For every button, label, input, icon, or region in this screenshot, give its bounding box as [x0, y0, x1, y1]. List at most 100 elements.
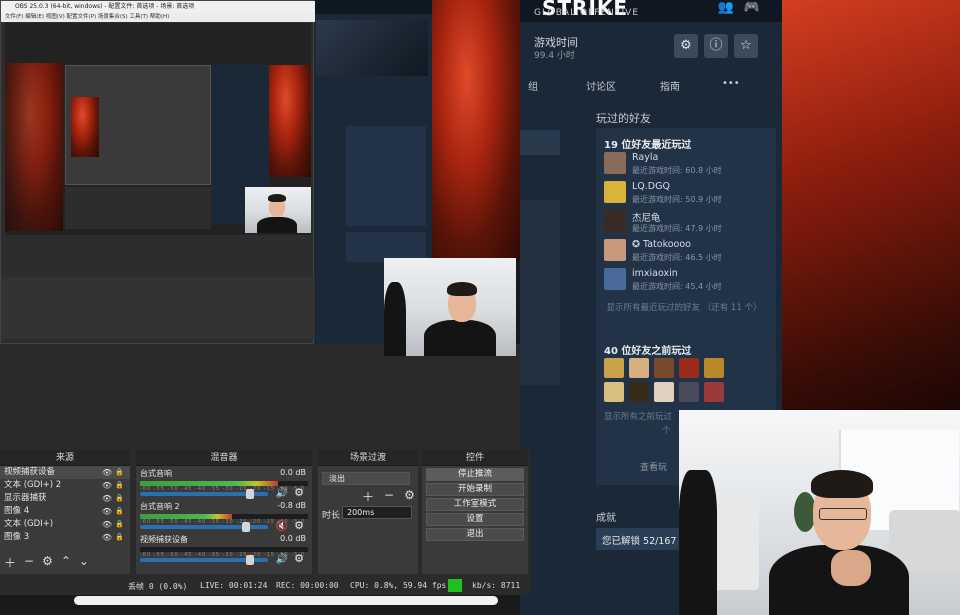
- friend-name[interactable]: 杰尼龟: [632, 210, 661, 224]
- volume-slider[interactable]: [140, 489, 268, 499]
- transition-select[interactable]: 淡出: [322, 472, 410, 485]
- previous-friends-title: 40 位好友之前玩过: [604, 346, 692, 357]
- friend-avatar[interactable]: [604, 239, 626, 261]
- remove-source-icon[interactable]: −: [24, 554, 34, 571]
- previous-friend-avatar[interactable]: [604, 358, 624, 378]
- previous-friend-avatar[interactable]: [704, 358, 724, 378]
- previous-friend-avatar[interactable]: [679, 382, 699, 402]
- volume-slider-knob[interactable]: [246, 555, 255, 565]
- wallpaper-right: [780, 0, 960, 410]
- steam-left-column: [520, 130, 560, 155]
- lock-icon[interactable]: 🔒: [115, 492, 124, 505]
- previous-friend-avatar[interactable]: [704, 382, 724, 402]
- source-gear-icon[interactable]: ⚙: [42, 554, 53, 571]
- visibility-eye-icon[interactable]: 👁: [102, 492, 112, 505]
- friend-avatar[interactable]: [604, 152, 626, 174]
- friend-row[interactable]: LQ.DGQ 最近游戏时间: 50.9 小时: [604, 181, 774, 207]
- lock-icon[interactable]: 🔒: [115, 531, 124, 544]
- remove-transition-icon[interactable]: −: [384, 488, 394, 505]
- stop-streaming-button[interactable]: 停止推流: [426, 468, 524, 481]
- info-button[interactable]: ⓘ: [704, 34, 728, 58]
- controller-icon[interactable]: 🎮: [744, 0, 760, 15]
- move-down-icon[interactable]: ⌄: [79, 554, 89, 571]
- sources-panel: 来源 视频捕获设备 👁 🔒 文本 (GDI+) 2 👁 🔒 显示器捕获 👁 🔒 图像 4 👁 🔒 文本 …: [0, 450, 130, 574]
- mixer-channel: 视频捕获设备 0.0 dB -60 -55 -50 -45 -40 -35 -30 …: [136, 532, 312, 565]
- obs-window-title: OBS 25.0.3 (64-bit, windows) - 配置文件: 首选项…: [1, 1, 315, 13]
- friend-row[interactable]: 杰尼龟 最近游戏时间: 47.9 小时: [604, 210, 774, 236]
- previous-friend-avatar[interactable]: [629, 358, 649, 378]
- speaker-icon[interactable]: 🔊: [276, 554, 288, 565]
- friend-playtime: 最近游戏时间: 47.9 小时: [632, 224, 722, 233]
- source-label: 图像 4: [4, 506, 30, 516]
- source-item[interactable]: 图像 3 👁 🔒: [0, 531, 130, 544]
- previous-friend-avatar[interactable]: [604, 382, 624, 402]
- source-label: 显示器捕获: [4, 493, 47, 503]
- channel-db: 0.0 dB: [280, 534, 306, 543]
- move-up-icon[interactable]: ⌃: [61, 554, 71, 571]
- add-source-icon[interactable]: ＋: [4, 554, 16, 571]
- favorite-star-button[interactable]: ☆: [734, 34, 758, 58]
- view-all-link[interactable]: 查看玩: [640, 460, 667, 473]
- friend-avatar[interactable]: [604, 181, 626, 203]
- friend-name[interactable]: LQ.DGQ: [632, 181, 670, 192]
- friend-row[interactable]: ✪ Tatokoooo 最近游戏时间: 46.5 小时: [604, 239, 774, 265]
- lock-icon[interactable]: 🔒: [115, 466, 124, 479]
- horizontal-scrollbar[interactable]: [74, 596, 498, 605]
- volume-slider-knob[interactable]: [242, 522, 251, 532]
- lock-icon[interactable]: 🔒: [115, 505, 124, 518]
- add-transition-icon[interactable]: ＋: [362, 488, 374, 505]
- friend-name[interactable]: Rayla: [632, 152, 658, 163]
- previous-friend-avatar[interactable]: [654, 358, 674, 378]
- friend-avatar[interactable]: [604, 210, 626, 232]
- sources-toolbar: ＋ − ⚙ ⌃ ⌄: [4, 554, 89, 571]
- previous-friend-avatar[interactable]: [679, 358, 699, 378]
- lock-icon[interactable]: 🔒: [115, 518, 124, 531]
- previous-friend-avatar[interactable]: [654, 382, 674, 402]
- friend-avatar[interactable]: [604, 268, 626, 290]
- channel-gear-icon[interactable]: ⚙: [294, 486, 304, 499]
- studio-mode-button[interactable]: 工作室模式: [426, 498, 524, 511]
- source-item[interactable]: 文本 (GDI+) 👁 🔒: [0, 518, 130, 531]
- friend-row[interactable]: Rayla 最近游戏时间: 60.8 小时: [604, 152, 774, 178]
- friend-row[interactable]: imxiaoxin 最近游戏时间: 45.4 小时: [604, 268, 774, 294]
- channel-gear-icon[interactable]: ⚙: [294, 519, 304, 532]
- previous-friend-avatar[interactable]: [629, 382, 649, 402]
- volume-meter: [140, 514, 308, 519]
- tab-guides[interactable]: 指南: [660, 78, 680, 93]
- friends-icon[interactable]: 👥: [718, 0, 734, 15]
- volume-meter: [140, 481, 308, 486]
- settings-gear-button[interactable]: ⚙: [674, 34, 698, 58]
- source-item[interactable]: 文本 (GDI+) 2 👁 🔒: [0, 479, 130, 492]
- friend-name[interactable]: imxiaoxin: [632, 268, 678, 279]
- transitions-panel: 场景过渡 淡出 ＋ − ⚙ 时长 200ms: [318, 450, 418, 574]
- visibility-eye-icon[interactable]: 👁: [102, 531, 112, 544]
- tab-discussions[interactable]: 讨论区: [586, 78, 616, 93]
- volume-slider[interactable]: [140, 522, 268, 532]
- show-all-previous-link[interactable]: 显示所有之前玩过: [604, 410, 672, 422]
- friends-section-label: 玩过的好友: [596, 112, 651, 125]
- volume-slider-knob[interactable]: [246, 489, 255, 499]
- lock-icon[interactable]: 🔒: [115, 479, 124, 492]
- source-item[interactable]: 图像 4 👁 🔒: [0, 505, 130, 518]
- source-item[interactable]: 视频捕获设备 👁 🔒: [0, 466, 130, 479]
- tab-more[interactable]: •••: [722, 78, 740, 89]
- settings-button[interactable]: 设置: [426, 513, 524, 526]
- exit-button[interactable]: 退出: [426, 528, 524, 541]
- tab-groups[interactable]: 组: [528, 78, 538, 93]
- volume-slider[interactable]: [140, 555, 268, 565]
- speaker-icon[interactable]: 🔊: [276, 488, 288, 499]
- preview-webcam: [245, 187, 311, 233]
- visibility-eye-icon[interactable]: 👁: [102, 466, 112, 479]
- show-all-recent-link[interactable]: 显示所有最近玩过的好友 （还有 11 个）: [604, 302, 764, 315]
- transition-gear-icon[interactable]: ⚙: [404, 488, 415, 505]
- visibility-eye-icon[interactable]: 👁: [102, 479, 112, 492]
- start-recording-button[interactable]: 开始录制: [426, 483, 524, 496]
- muted-speaker-icon[interactable]: 🔇: [276, 521, 288, 532]
- friend-name[interactable]: ✪ Tatokoooo: [632, 239, 691, 250]
- duration-input[interactable]: 200ms: [342, 506, 412, 519]
- channel-db: -0.8 dB: [277, 501, 306, 510]
- channel-gear-icon[interactable]: ⚙: [294, 552, 304, 565]
- visibility-eye-icon[interactable]: 👁: [102, 505, 112, 518]
- source-item[interactable]: 显示器捕获 👁 🔒: [0, 492, 130, 505]
- visibility-eye-icon[interactable]: 👁: [102, 518, 112, 531]
